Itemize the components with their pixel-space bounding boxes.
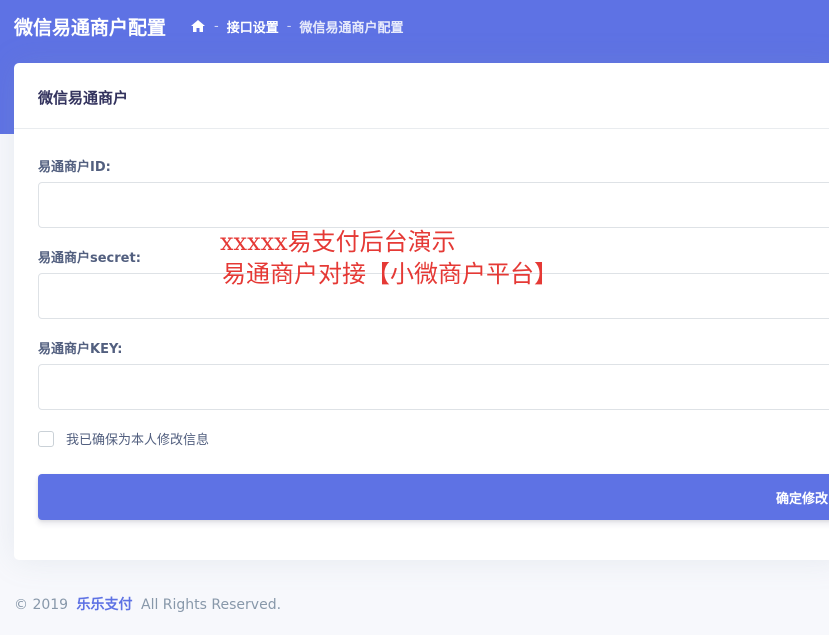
footer-copyright: © 2019 bbox=[14, 597, 69, 613]
breadcrumb-interface-settings[interactable]: 接口设置 bbox=[227, 17, 279, 36]
confirm-checkbox[interactable] bbox=[38, 430, 54, 447]
merchant-key-group: 易通商户KEY: bbox=[38, 338, 829, 410]
breadcrumb-separator: - bbox=[214, 18, 219, 34]
breadcrumb-separator: - bbox=[286, 18, 292, 34]
confirm-checkbox-label[interactable]: 我已确保为本人修改信息 bbox=[66, 429, 209, 448]
merchant-key-input[interactable] bbox=[38, 364, 829, 410]
merchant-secret-label: 易通商户secret: bbox=[38, 251, 141, 266]
config-card: 微信易通商户 易通商户ID: 易通商户secret: 易通商户KEY: 我已确保… bbox=[14, 63, 829, 560]
submit-button[interactable]: 确定修改 bbox=[38, 474, 829, 520]
card-title: 微信易通商户 bbox=[38, 89, 129, 107]
topbar: 微信易通商户配置 - 接口设置 - 微信易通商户配置 bbox=[14, 12, 403, 40]
merchant-id-group: 易通商户ID: bbox=[38, 156, 829, 228]
merchant-key-label: 易通商户KEY: bbox=[38, 342, 123, 357]
merchant-id-label: 易通商户ID: bbox=[38, 160, 111, 175]
footer: © 2019 乐乐支付 All Rights Reserved. bbox=[14, 594, 281, 614]
breadcrumb: - 接口设置 - 微信易通商户配置 bbox=[190, 17, 403, 36]
breadcrumb-current: 微信易通商户配置 bbox=[299, 20, 404, 36]
overlay-line-2: 易通商户对接【小微商户平台】 bbox=[222, 260, 558, 288]
page: 微信易通商户配置 - 接口设置 - 微信易通商户配置 微信易通商户 易通商户ID… bbox=[0, 0, 829, 635]
home-icon[interactable] bbox=[190, 18, 206, 34]
footer-rights: All Rights Reserved. bbox=[141, 597, 282, 613]
overlay-line-1: xxxxx易支付后台演示 bbox=[220, 228, 456, 256]
merchant-secret-group: 易通商户secret: bbox=[38, 247, 829, 319]
merchant-id-input[interactable] bbox=[38, 182, 829, 228]
demo-overlay-text: xxxxx易支付后台演示 易通商户对接【小微商户平台】 bbox=[220, 226, 558, 290]
card-header: 微信易通商户 bbox=[14, 63, 829, 129]
confirm-row: 我已确保为本人修改信息 bbox=[38, 429, 209, 448]
page-title: 微信易通商户配置 bbox=[14, 16, 167, 39]
footer-brand-link[interactable]: 乐乐支付 bbox=[77, 597, 133, 613]
